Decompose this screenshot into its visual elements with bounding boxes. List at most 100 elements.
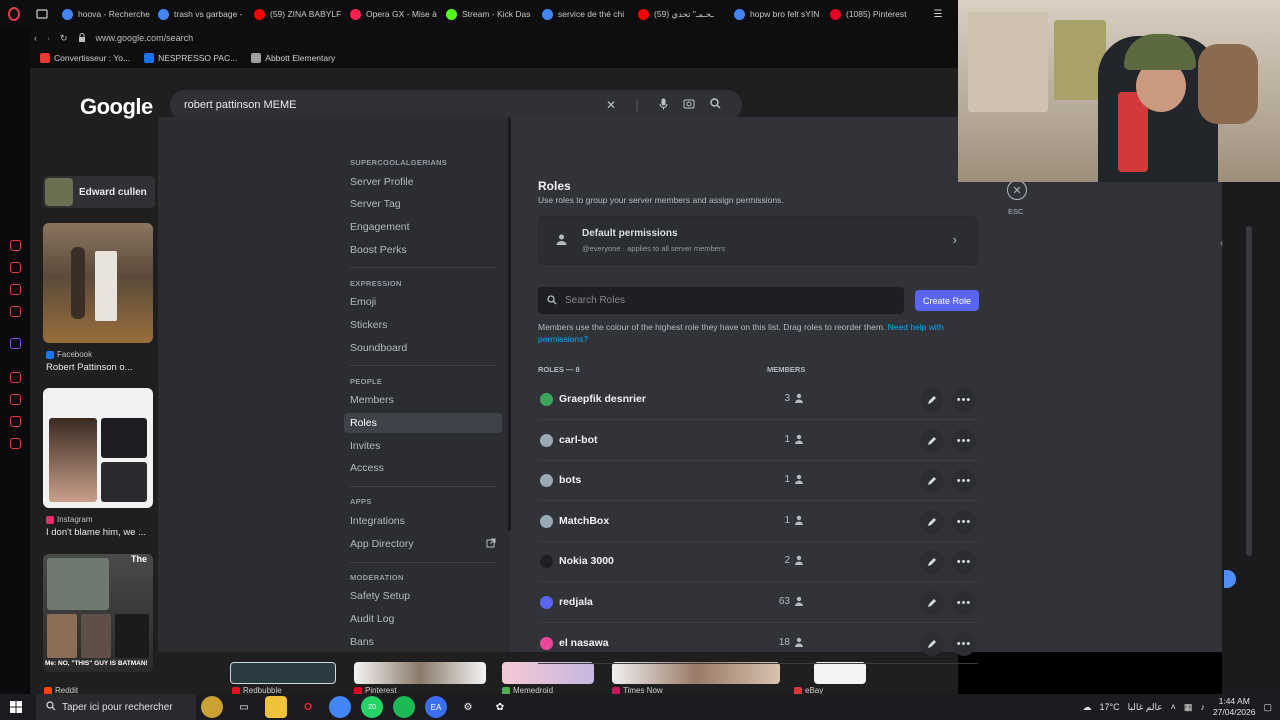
sidebar-item-audit-log[interactable]: Audit Log — [344, 609, 502, 629]
search-roles-input[interactable] — [565, 295, 885, 306]
edit-role-button[interactable] — [920, 591, 944, 615]
sidebar-item-access[interactable]: Access — [344, 458, 502, 478]
sidebar-item-boost-perks[interactable]: Boost Perks — [344, 240, 502, 260]
side-panel-tab[interactable] — [1224, 570, 1236, 588]
close-settings-button[interactable]: ✕ — [1007, 180, 1027, 200]
role-row[interactable]: Graepfik desnrier 3 ••• — [538, 380, 978, 420]
bookmark-item[interactable]: Convertisseur : Yo... — [40, 53, 130, 63]
volume-icon[interactable]: ♪ — [1200, 702, 1205, 712]
sidebar-app-icon[interactable] — [10, 306, 21, 317]
steam-icon[interactable]: ⚙ — [457, 696, 479, 718]
sidebar-item-server-profile[interactable]: Server Profile — [344, 172, 502, 192]
widget-icon[interactable] — [201, 696, 223, 718]
image-result-thumbnail[interactable] — [502, 662, 594, 684]
image-result-thumbnail[interactable] — [43, 388, 153, 508]
browser-tab[interactable]: Opera GX - Mise à — [344, 3, 440, 25]
tab-menu-icon[interactable]: ☰ — [924, 0, 952, 28]
edit-role-button[interactable] — [920, 388, 944, 412]
sidebar-item-engagement[interactable]: Engagement — [344, 217, 502, 237]
task-view-icon[interactable]: ▭ — [233, 696, 255, 718]
browser-tab[interactable]: Stream - Kick Das — [440, 3, 536, 25]
sidebar-app-icon[interactable] — [10, 240, 21, 251]
taskbar-search[interactable]: Taper ici pour rechercher — [36, 694, 196, 720]
more-options-button[interactable]: ••• — [952, 428, 976, 453]
clock[interactable]: 1:44 AM 27/04/2026 — [1213, 696, 1256, 718]
chevron-left-icon[interactable]: ‹ — [1220, 238, 1223, 249]
search-roles-field[interactable] — [538, 287, 904, 314]
result-source[interactable]: Facebook — [46, 350, 92, 359]
notifications-icon[interactable]: ▢ — [1263, 702, 1272, 713]
chevron-up-icon[interactable]: ˄ — [1171, 702, 1176, 712]
sidebar-item-bans[interactable]: Bans — [344, 632, 502, 652]
sidebar-scrollbar[interactable] — [508, 117, 511, 531]
image-result-thumbnail[interactable]: The Me: NO, "THIS" GUY IS BATMAN! — [43, 554, 153, 672]
sidebar-item-safety-setup[interactable]: Safety Setup — [344, 586, 502, 606]
microphone-icon[interactable] — [650, 98, 676, 113]
sidebar-app-icon[interactable] — [10, 372, 21, 383]
browser-tab[interactable]: hoova - Recherche — [56, 3, 152, 25]
role-row[interactable]: bots 1 ••• — [538, 461, 978, 502]
reload-icon[interactable]: ↻ — [60, 33, 68, 44]
sidebar-item-invites[interactable]: Invites — [344, 436, 502, 456]
page-scrollbar[interactable] — [1246, 226, 1252, 556]
create-role-button[interactable]: Create Role — [915, 290, 979, 311]
role-row[interactable]: carl-bot 1 ••• — [538, 421, 978, 461]
weather-temp[interactable]: 17°C — [1100, 702, 1120, 712]
twitch-icon[interactable] — [10, 338, 21, 349]
workspaces-icon[interactable] — [28, 0, 56, 28]
edit-role-button[interactable] — [920, 469, 944, 494]
more-options-button[interactable]: ••• — [952, 550, 976, 575]
sidebar-item-roles[interactable]: Roles — [344, 413, 502, 433]
bookmark-item[interactable]: NESPRESSO PAC... — [144, 53, 237, 63]
google-search-box[interactable]: robert pattinson MEME ✕ | — [170, 90, 742, 120]
settings-icon[interactable] — [10, 438, 21, 449]
camera-search-icon[interactable] — [676, 98, 702, 112]
role-row[interactable]: redjala 63 ••• — [538, 583, 978, 623]
result-caption[interactable]: Robert Pattinson o... — [46, 362, 156, 373]
edit-role-button[interactable] — [920, 550, 944, 575]
opera-gx-icon[interactable]: O — [297, 696, 319, 718]
openai-icon[interactable]: ✿ — [489, 696, 511, 718]
result-caption[interactable]: I don't blame him, we ... — [46, 527, 156, 538]
image-result-thumbnail[interactable] — [814, 662, 866, 684]
sidebar-item-emoji[interactable]: Emoji — [344, 292, 502, 312]
image-result-thumbnail[interactable] — [612, 662, 780, 684]
sidebar-app-icon[interactable] — [10, 394, 21, 405]
sidebar-item-members[interactable]: Members — [344, 390, 502, 410]
opera-menu-icon[interactable] — [0, 0, 28, 28]
more-options-button[interactable]: ••• — [952, 591, 976, 615]
default-permissions-card[interactable]: Default permissions @everyone · applies … — [538, 216, 978, 265]
spotify-icon[interactable] — [393, 696, 415, 718]
browser-tab[interactable]: (1085) Pinterest — [824, 3, 920, 25]
sidebar-item-integrations[interactable]: Integrations — [344, 511, 502, 531]
more-options-button[interactable]: ••• — [952, 631, 976, 656]
search-icon[interactable] — [702, 98, 728, 112]
weather-icon[interactable]: ☁ — [1083, 702, 1092, 713]
image-result-thumbnail[interactable] — [354, 662, 486, 684]
windows-start-icon[interactable] — [5, 696, 27, 718]
clear-icon[interactable]: ✕ — [598, 98, 624, 112]
browser-tab[interactable]: ـحـمـ" تحدي (59) — [632, 3, 728, 25]
sidebar-item-stickers[interactable]: Stickers — [344, 315, 502, 335]
more-options-button[interactable]: ••• — [952, 509, 976, 534]
sidebar-app-icon[interactable] — [10, 284, 21, 295]
ea-app-icon[interactable]: EA — [425, 696, 447, 718]
result-source[interactable]: Instagram — [46, 515, 93, 524]
edit-role-button[interactable] — [920, 631, 944, 656]
sidebar-item-server-tag[interactable]: Server Tag — [344, 194, 502, 214]
google-logo[interactable]: Google — [80, 94, 153, 120]
sidebar-item-app-directory[interactable]: App Directory — [344, 534, 502, 554]
forward-icon[interactable]: › — [47, 33, 50, 43]
more-options-button[interactable]: ••• — [952, 469, 976, 494]
edit-role-button[interactable] — [920, 428, 944, 453]
edit-role-button[interactable] — [920, 509, 944, 534]
file-explorer-icon[interactable] — [265, 696, 287, 718]
url-field[interactable]: www.google.com/search — [96, 33, 194, 43]
whatsapp-icon[interactable]: 20 — [361, 696, 383, 718]
browser-tab[interactable]: (59) ZINA BABYLF — [248, 3, 344, 25]
role-row[interactable]: el nasawa 18 ••• — [538, 624, 978, 664]
more-options-button[interactable]: ••• — [952, 388, 976, 412]
bookmark-item[interactable]: Abbott Elementary — [251, 53, 335, 63]
sidebar-app-icon[interactable] — [10, 262, 21, 273]
browser-tab[interactable]: trash vs garbage - — [152, 3, 248, 25]
